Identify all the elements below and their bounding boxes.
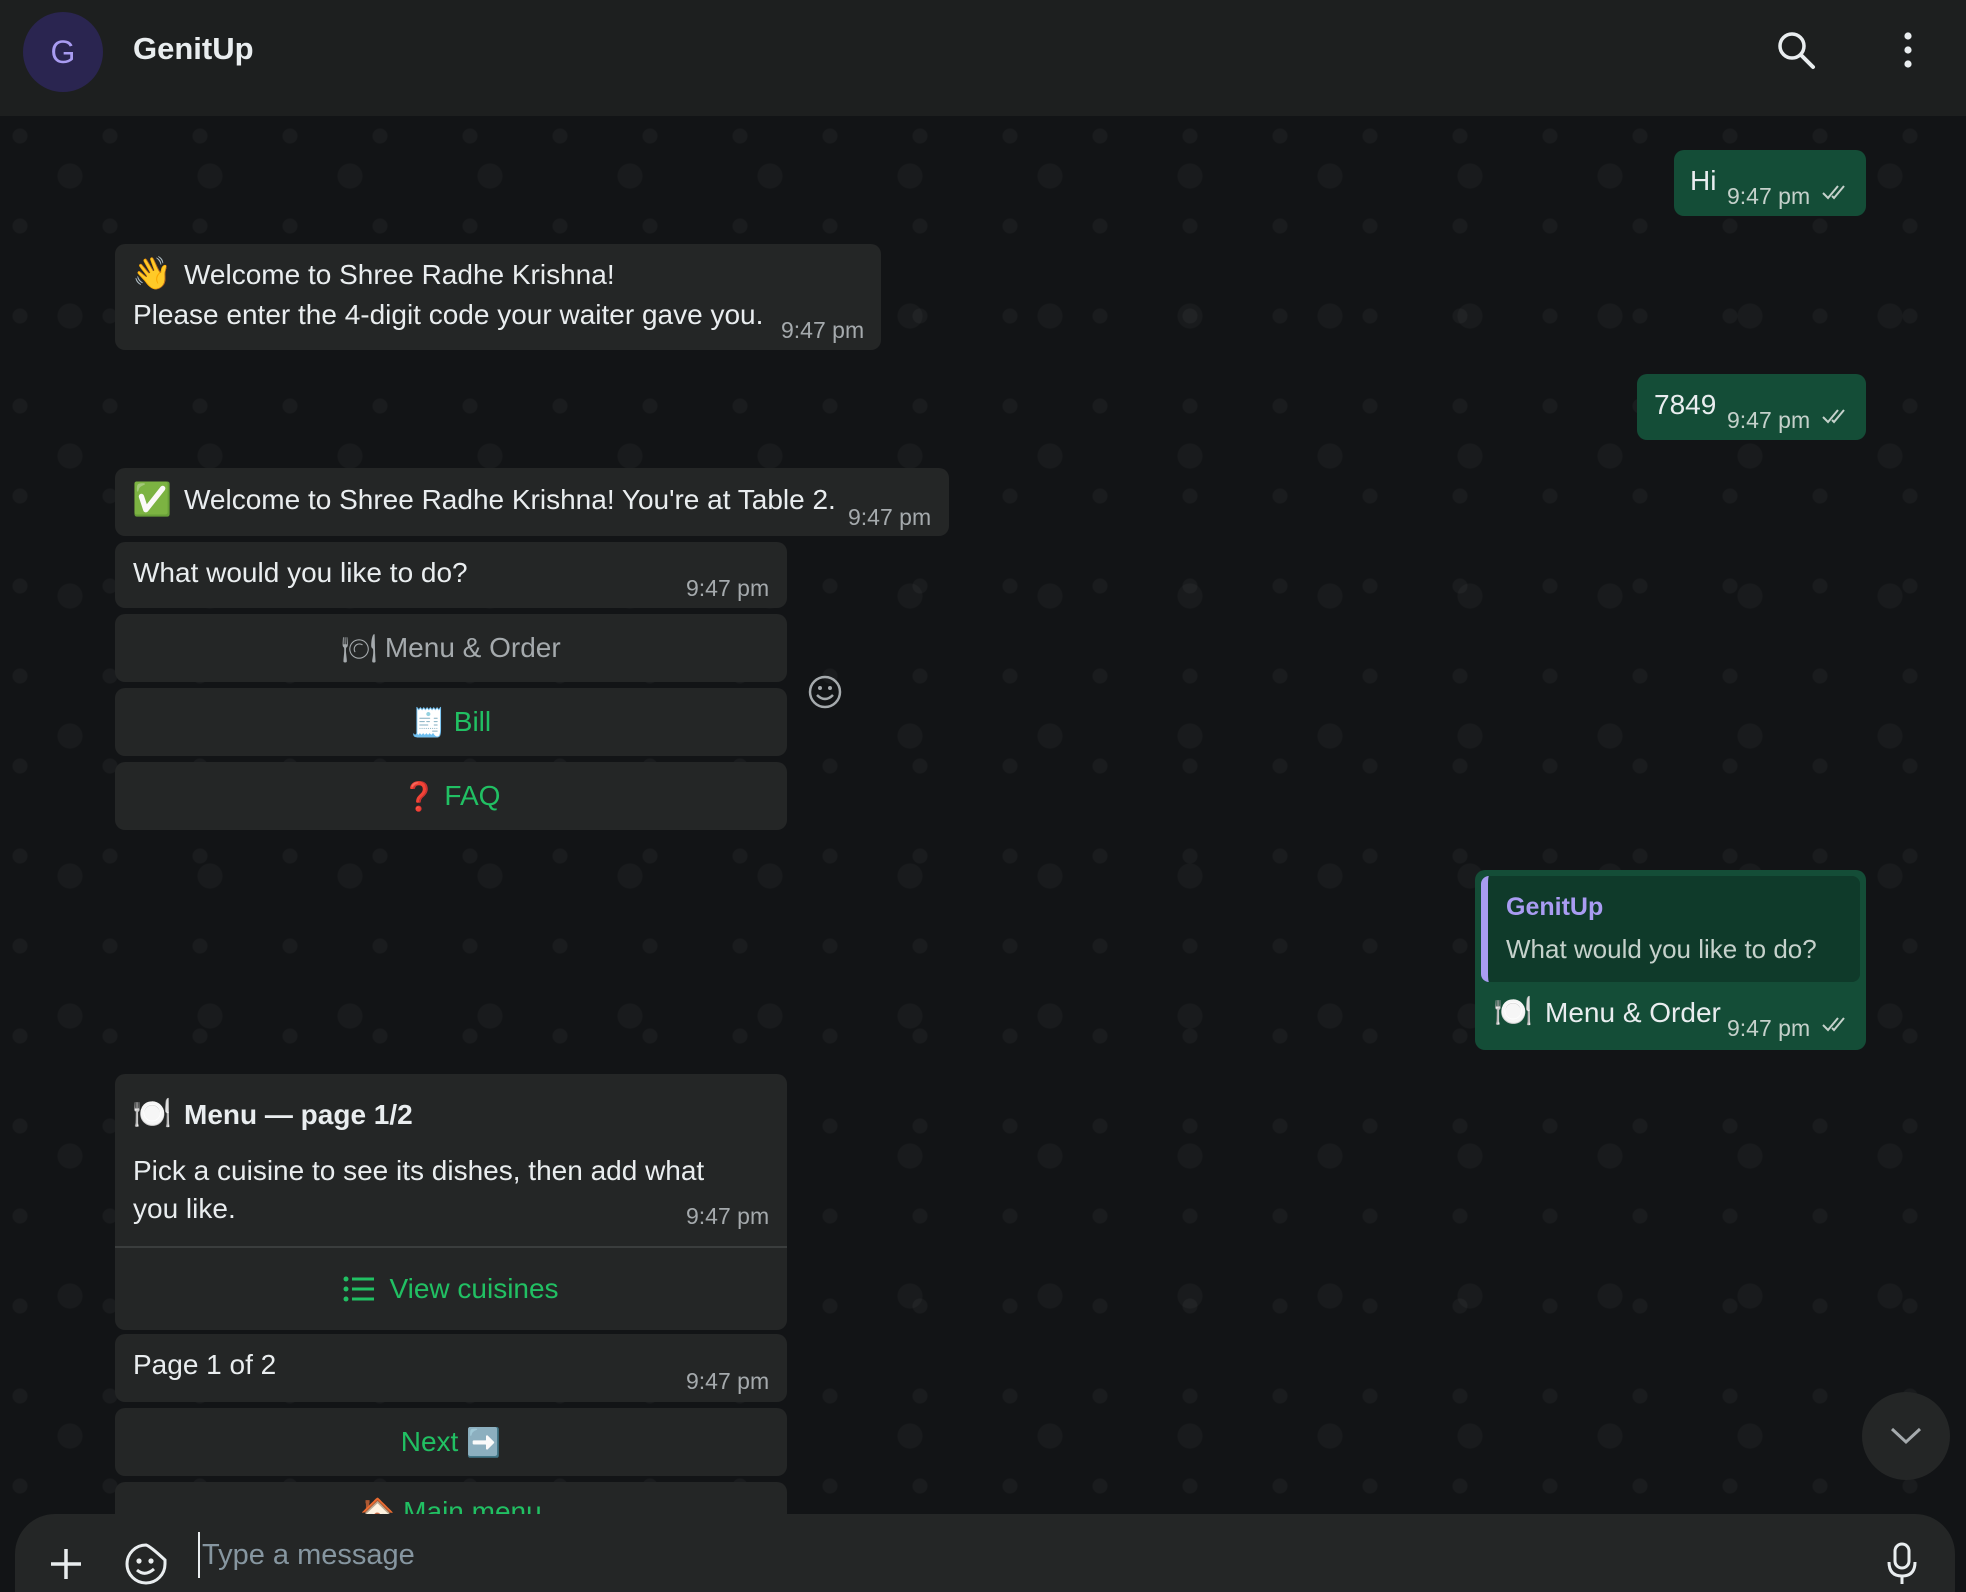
message-input[interactable] [198,1532,1804,1578]
message-text: Menu & Order [1545,997,1721,1028]
contact-name[interactable]: GenitUp [133,31,254,67]
quoted-message[interactable]: GenitUp What would you like to do? [1481,876,1860,982]
plate-emoji: 🍽️ [132,1095,172,1131]
scroll-to-bottom-button[interactable] [1862,1392,1950,1480]
quote-text: What would you like to do? [1506,934,1817,964]
message-time: 9:47 pm [781,317,865,343]
plate-emoji: 🍽️ [1493,993,1533,1029]
incoming-message-welcome[interactable]: 👋 Welcome to Shree Radhe Krishna! Please… [115,244,881,350]
check-mark-emoji: ✅ [132,481,172,517]
chevron-down-icon [1890,1427,1922,1445]
menu-title: Menu — page 1/2 [184,1099,413,1130]
message-time: 9:47 pm [1727,183,1811,209]
bill-button[interactable]: 🧾 Bill [115,688,787,756]
button-label: Menu & Order [384,632,561,663]
double-check-icon [1822,1017,1845,1032]
waving-hand-emoji: 👋 [132,255,172,291]
right-arrow-emoji: ➡️ [466,1426,502,1458]
message-text-line2: Please enter the 4-digit code your waite… [133,299,764,330]
main-menu-button[interactable]: 🏠 Main menu [115,1482,787,1514]
microphone-icon[interactable] [1884,1542,1920,1586]
message-text: Welcome to Shree Radhe Krishna! You're a… [184,484,836,515]
double-check-icon [1822,185,1845,200]
avatar[interactable]: G [23,12,103,92]
button-label: Next [400,1426,459,1457]
incoming-menu-card[interactable]: 🍽️ Menu — page 1/2 Pick a cuisine to see… [115,1074,787,1330]
menu-order-button[interactable]: 🍽 Menu & Order [115,614,787,682]
view-cuisines-button[interactable]: View cuisines [115,1248,787,1330]
button-label: View cuisines [389,1273,559,1304]
message-time: 9:47 pm [686,575,770,601]
quote-author: GenitUp [1506,893,1604,921]
button-label: FAQ [444,780,501,811]
incoming-message-question[interactable]: What would you like to do? 9:47 pm [115,542,787,608]
chat-area[interactable]: Hi 9:47 pm 👋 Welcome to Shree Radhe Kris… [0,116,1966,1514]
message-time: 9:47 pm [1727,1015,1811,1041]
message-text: Hi [1690,165,1717,196]
message-text: What would you like to do? [133,557,468,588]
search-icon[interactable] [1774,28,1818,72]
message-time: 9:47 pm [848,504,932,530]
incoming-message-table[interactable]: ✅ Welcome to Shree Radhe Krishna! You're… [115,468,949,536]
incoming-message-page[interactable]: Page 1 of 2 9:47 pm [115,1334,787,1402]
outgoing-reply-message[interactable]: GenitUp What would you like to do? 🍽️ Me… [1475,870,1866,1050]
kebab-menu-icon[interactable] [1886,28,1930,72]
question-mark-emoji: ❓ [401,780,437,812]
message-time: 9:47 pm [1727,407,1811,433]
message-text: 7849 [1654,389,1717,420]
house-emoji: 🏠 [360,1497,396,1514]
next-button[interactable]: Next ➡️ [115,1408,787,1476]
receipt-emoji: 🧾 [410,706,446,738]
message-time: 9:47 pm [686,1203,770,1229]
message-text: Page 1 of 2 [133,1349,277,1380]
plus-icon[interactable] [48,1546,84,1582]
double-check-icon [1822,409,1845,424]
reaction-smiley-icon[interactable] [807,674,843,710]
outgoing-message-hi[interactable]: Hi 9:47 pm [1674,150,1866,216]
menu-body: Pick a cuisine to see its dishes, then a… [133,1155,705,1224]
list-icon [343,1276,375,1302]
message-time: 9:47 pm [686,1368,770,1394]
button-label: Main menu [403,1496,542,1514]
button-label: Bill [453,706,492,737]
message-text-line1: Welcome to Shree Radhe Krishna! [184,259,615,290]
sticker-icon[interactable] [124,1542,168,1586]
plate-emoji: 🍽 [341,632,377,664]
outgoing-message-code[interactable]: 7849 9:47 pm [1637,374,1866,440]
chat-header: G GenitUp [0,0,1966,116]
faq-button[interactable]: ❓ FAQ [115,762,787,830]
